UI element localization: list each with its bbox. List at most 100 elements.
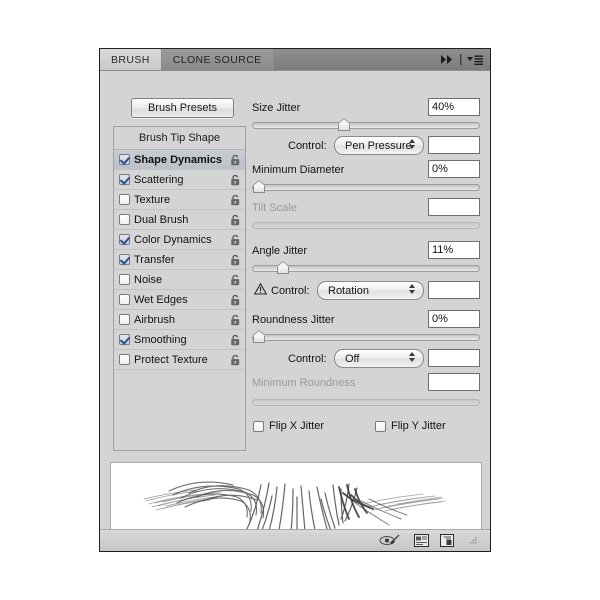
tab-brush[interactable]: BRUSH [100,49,162,70]
checkbox-flip-x-jitter[interactable] [253,420,264,432]
angle-jitter-slider[interactable] [252,262,480,274]
list-item-noise[interactable]: Noise [114,270,245,290]
list-item-label: Wet Edges [134,293,188,306]
lock-icon[interactable] [230,354,241,366]
roundness-control-label: Control: [288,353,327,365]
flip-y-jitter-label: Flip Y Jitter [391,420,446,432]
dynamics-controls: Size Jitter 40% Control: Pen Pressure Mi… [252,98,480,456]
roundness-jitter-value[interactable]: 0% [428,310,480,328]
panel-menu-icon[interactable] [467,55,483,65]
toggle-brush-preview-icon[interactable] [379,534,403,547]
list-item-color-dynamics[interactable]: Color Dynamics [114,230,245,250]
panel-footer [100,529,490,551]
list-item-label: Color Dynamics [134,233,212,246]
list-item-scattering[interactable]: Scattering [114,170,245,190]
list-item-label: Airbrush [134,313,175,326]
checkbox-protect-texture[interactable] [119,354,130,365]
list-item-label: Texture [134,193,171,206]
angle-control-dropdown[interactable]: Rotation [317,281,424,300]
stepper-arrows-icon [409,139,415,149]
minimum-diameter-value[interactable]: 0% [428,160,480,178]
size-control-dropdown[interactable]: Pen Pressure [334,136,424,155]
flip-x-jitter-option[interactable]: Flip X Jitter [253,420,324,432]
list-item-smoothing[interactable]: Smoothing [114,330,245,350]
checkbox-scattering[interactable] [119,174,130,185]
list-item-transfer[interactable]: Transfer [114,250,245,270]
tab-clone-source[interactable]: CLONE SOURCE [161,49,274,70]
checkbox-shape-dynamics[interactable] [119,154,130,165]
lock-icon[interactable] [230,294,241,306]
roundness-control-dropdown[interactable]: Off [334,349,424,368]
angle-jitter-slider-thumb[interactable] [277,262,289,274]
tab-clone-source-label: CLONE SOURCE [172,53,262,66]
tab-brush-label: BRUSH [111,53,150,66]
checkbox-wet-edges[interactable] [119,294,130,305]
roundness-jitter-slider-thumb[interactable] [253,331,265,343]
size-control-label: Control: [288,140,327,152]
lock-icon[interactable] [230,254,241,266]
angle-control-aux-value[interactable] [428,281,480,299]
list-item-brush-tip-shape[interactable]: Brush Tip Shape [114,127,245,150]
resize-grip-icon[interactable] [467,535,478,546]
list-item-label: Scattering [134,173,184,186]
list-item-shape-dynamics[interactable]: Shape Dynamics [114,150,245,170]
tab-bar-filler [273,49,437,70]
list-item-protect-texture[interactable]: Protect Texture [114,350,245,370]
checkbox-airbrush[interactable] [119,314,130,325]
brush-panel: BRUSH CLONE SOURCE Brush Presets Brush T… [99,48,491,552]
minimum-diameter-slider-thumb[interactable] [253,181,265,193]
size-control-selected: Pen Pressure [345,139,412,152]
roundness-jitter-label: Roundness Jitter [252,314,335,326]
tilt-scale-slider [252,222,480,229]
checkbox-noise[interactable] [119,274,130,285]
lock-icon[interactable] [230,214,241,226]
lock-icon[interactable] [230,334,241,346]
tilt-scale-value[interactable] [428,198,480,216]
checkbox-color-dynamics[interactable] [119,234,130,245]
size-jitter-slider[interactable] [252,119,480,131]
brush-presets-button[interactable]: Brush Presets [131,98,234,118]
create-new-brush-icon[interactable] [440,534,454,547]
tilt-scale-label: Tilt Scale [252,202,297,214]
list-item-label: Transfer [134,253,175,266]
angle-control-label: Control: [271,285,310,297]
panel-tab-bar: BRUSH CLONE SOURCE [100,49,490,71]
size-control-aux-value[interactable] [428,136,480,154]
lock-icon[interactable] [230,274,241,286]
roundness-control-aux-value[interactable] [428,349,480,367]
brush-presets-panel-icon[interactable] [414,534,429,547]
lock-icon[interactable] [230,234,241,246]
checkbox-flip-y-jitter[interactable] [375,420,386,432]
angle-jitter-label: Angle Jitter [252,245,308,257]
list-item-label: Protect Texture [134,353,208,366]
minimum-diameter-slider[interactable] [252,181,480,193]
lock-icon[interactable] [230,154,241,166]
list-item-texture[interactable]: Texture [114,190,245,210]
checkbox-dual-brush[interactable] [119,214,130,225]
list-item-dual-brush[interactable]: Dual Brush [114,210,245,230]
checkbox-transfer[interactable] [119,254,130,265]
angle-jitter-value[interactable]: 11% [428,241,480,259]
size-jitter-slider-thumb[interactable] [338,119,350,131]
size-jitter-value[interactable]: 40% [428,98,480,116]
checkbox-texture[interactable] [119,194,130,205]
lock-icon[interactable] [230,314,241,326]
list-item-wet-edges[interactable]: Wet Edges [114,290,245,310]
lock-icon[interactable] [230,174,241,186]
minimum-roundness-value[interactable] [428,373,480,391]
minimum-roundness-slider [252,399,480,406]
flip-y-jitter-option[interactable]: Flip Y Jitter [375,420,446,432]
checkbox-smoothing[interactable] [119,334,130,345]
roundness-control-selected: Off [345,352,360,365]
lock-icon[interactable] [230,194,241,206]
header-divider [460,54,462,65]
brush-tip-shape-label: Brush Tip Shape [138,132,221,144]
list-item-label: Smoothing [134,333,187,346]
roundness-jitter-slider[interactable] [252,331,480,343]
stepper-arrows-icon [409,352,415,362]
flip-x-jitter-label: Flip X Jitter [269,420,325,432]
list-item-airbrush[interactable]: Airbrush [114,310,245,330]
double-arrow-right-icon[interactable] [441,55,455,64]
angle-control-selected: Rotation [328,284,369,297]
list-item-label: Dual Brush [134,213,189,226]
